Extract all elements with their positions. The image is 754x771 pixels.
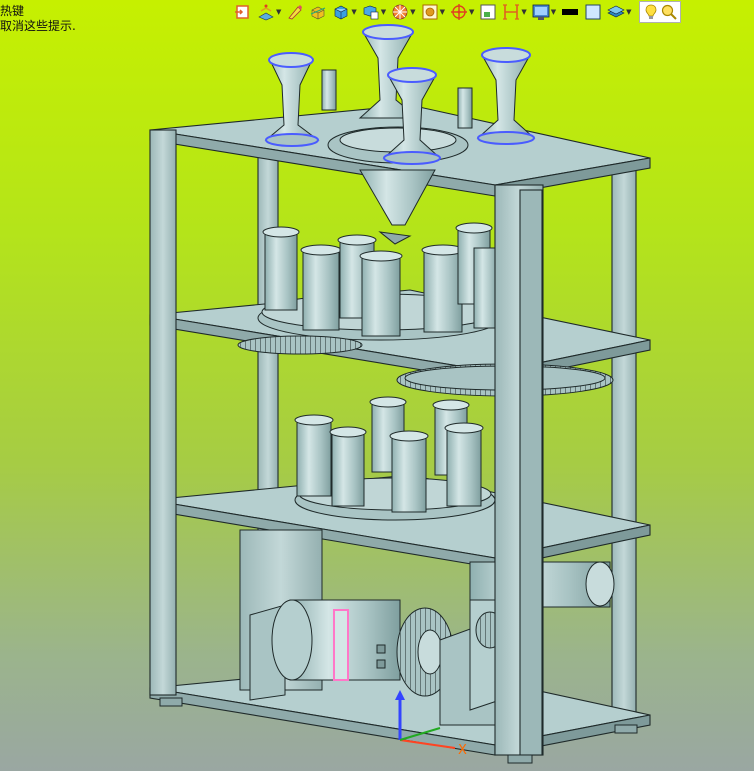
- triad-x-label: X: [458, 743, 467, 758]
- feed-funnel: [359, 169, 436, 226]
- upper-bobbin-ring: [257, 222, 503, 341]
- back-right-post: [611, 159, 637, 721]
- lower-bobbin-ring: [294, 396, 513, 521]
- front-left-post: [149, 129, 177, 696]
- model-viewport[interactable]: X: [0, 0, 754, 771]
